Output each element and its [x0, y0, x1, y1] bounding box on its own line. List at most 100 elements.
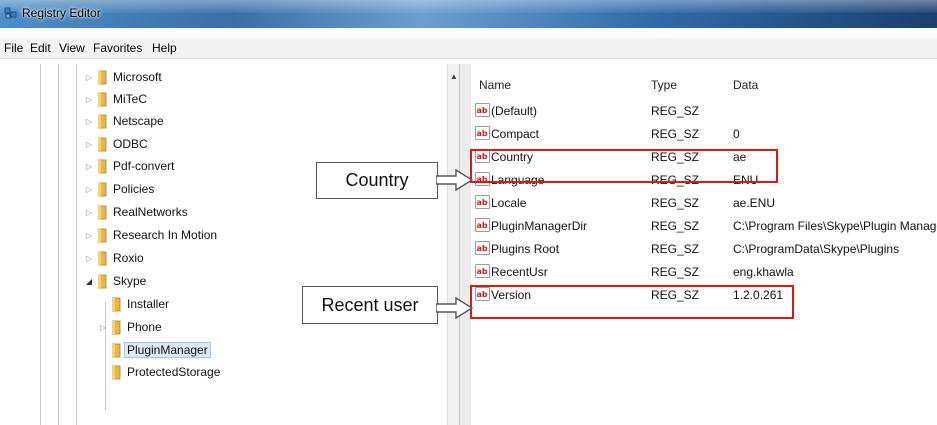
value-type: REG_SZ: [651, 219, 700, 233]
value-type: REG_SZ: [651, 196, 700, 210]
folder-icon: [112, 343, 121, 358]
svg-text:ab: ab: [477, 267, 488, 276]
folder-icon: [98, 92, 107, 107]
menu-favorites[interactable]: Favorites: [93, 41, 142, 55]
recentusr-highlight-box: [470, 285, 794, 319]
tree-item-label: PluginManager: [124, 342, 211, 358]
value-row-plugins-root[interactable]: ab Plugins Root REG_SZ C:\ProgramData\Sk…: [471, 239, 937, 261]
callout-country: Country: [316, 162, 438, 199]
folder-icon: [112, 365, 121, 380]
tree-item-label: ProtectedStorage: [127, 365, 221, 379]
folder-icon: [98, 205, 107, 220]
values-list[interactable]: Name Type Data ab (Default) REG_SZ ab Co…: [471, 64, 937, 425]
tree-item-netscape[interactable]: ▷ Netscape: [84, 110, 164, 132]
registry-tree[interactable]: ▷ Microsoft ▷ MiTeC ▷ Netscape ▷ ODBC ▷ …: [0, 64, 460, 425]
folder-icon: [98, 251, 107, 266]
value-row-locale[interactable]: ab Locale REG_SZ ae.ENU: [471, 193, 937, 215]
expand-arrow-icon[interactable]: ▷: [84, 140, 94, 149]
registry-editor-icon: [4, 7, 17, 19]
folder-icon: [112, 297, 121, 312]
svg-text:ab: ab: [477, 129, 488, 138]
menu-view[interactable]: View: [59, 41, 85, 55]
folder-open-icon: [98, 274, 107, 289]
tree-item-installer[interactable]: Installer: [112, 293, 169, 315]
svg-text:ab: ab: [477, 106, 488, 115]
svg-text:ab: ab: [477, 198, 488, 207]
value-row-default[interactable]: ab (Default) REG_SZ: [471, 101, 937, 123]
scroll-up-arrow-icon[interactable]: ▲: [450, 72, 458, 81]
expand-arrow-icon[interactable]: ▷: [98, 323, 108, 332]
tree-item-pdf-convert[interactable]: ▷ Pdf-convert: [84, 155, 174, 177]
string-value-icon: ab: [475, 103, 490, 117]
expand-arrow-icon[interactable]: ▷: [84, 95, 94, 104]
tree-item-label: Installer: [127, 297, 170, 311]
expand-arrow-icon[interactable]: ▷: [84, 208, 94, 217]
expand-arrow-icon[interactable]: ▷: [84, 185, 94, 194]
tree-item-pluginmanager[interactable]: PluginManager: [112, 339, 211, 361]
svg-text:ab: ab: [477, 244, 488, 253]
string-value-icon: ab: [475, 241, 490, 255]
value-row-compact[interactable]: ab Compact REG_SZ 0: [471, 124, 937, 146]
menu-edit[interactable]: Edit: [30, 41, 51, 55]
tree-item-label: Skype: [113, 274, 147, 288]
menu-help[interactable]: Help: [152, 41, 177, 55]
expand-arrow-icon[interactable]: ▷: [84, 73, 94, 82]
tree-item-label: Phone: [127, 320, 162, 334]
expand-arrow-icon[interactable]: ▷: [84, 117, 94, 126]
tree-item-phone[interactable]: ▷ Phone: [98, 316, 162, 338]
tree-guide-line: [58, 64, 59, 425]
value-name: Compact: [491, 127, 540, 141]
title-bar-gloss: [0, 0, 937, 13]
expand-arrow-icon[interactable]: ▷: [84, 231, 94, 240]
tree-item-policies[interactable]: ▷ Policies: [84, 178, 154, 200]
value-data: C:\Program Files\Skype\Plugin Manager\: [733, 219, 937, 233]
tree-item-research-in-motion[interactable]: ▷ Research In Motion: [84, 224, 217, 246]
tree-item-protectedstorage[interactable]: ProtectedStorage: [112, 361, 220, 383]
window-title: Registry Editor: [22, 6, 101, 20]
value-data: C:\ProgramData\Skype\Plugins: [733, 242, 900, 256]
folder-icon: [98, 182, 107, 197]
string-value-icon: ab: [475, 126, 490, 140]
tree-item-odbc[interactable]: ▷ ODBC: [84, 133, 148, 155]
value-type: REG_SZ: [651, 104, 700, 118]
expand-arrow-icon[interactable]: ▷: [84, 254, 94, 263]
tree-item-microsoft[interactable]: ▷ Microsoft: [84, 66, 162, 88]
callout-arrow-country: [436, 168, 474, 192]
tree-item-label: Research In Motion: [113, 228, 218, 242]
string-value-icon: ab: [475, 218, 490, 232]
folder-icon: [98, 159, 107, 174]
folder-icon: [98, 228, 107, 243]
title-bar: Registry Editor: [0, 0, 937, 28]
svg-text:ab: ab: [477, 221, 488, 230]
value-row-pluginmanagerdir[interactable]: ab PluginManagerDir REG_SZ C:\Program Fi…: [471, 216, 937, 238]
tree-item-label: Roxio: [113, 251, 144, 265]
tree-item-label: Pdf-convert: [113, 159, 175, 173]
tree-item-label: Netscape: [113, 114, 164, 128]
column-header-name[interactable]: Name: [479, 78, 511, 92]
column-header-type[interactable]: Type: [651, 78, 677, 92]
value-name: RecentUsr: [491, 265, 548, 279]
folder-icon: [98, 114, 107, 129]
value-data: ae.ENU: [733, 196, 776, 210]
value-row-recentusr[interactable]: ab RecentUsr REG_SZ eng.khawla: [471, 262, 937, 284]
menu-file[interactable]: File: [4, 41, 23, 55]
tree-item-label: Policies: [113, 182, 155, 196]
value-name: PluginManagerDir: [491, 219, 588, 233]
value-type: REG_SZ: [651, 127, 700, 141]
country-highlight-box: [470, 149, 778, 183]
value-data: 0: [733, 127, 740, 141]
tree-item-label: Microsoft: [113, 70, 162, 84]
value-name: Locale: [491, 196, 527, 210]
tree-item-roxio[interactable]: ▷ Roxio: [84, 247, 144, 269]
tree-item-realnetworks[interactable]: ▷ RealNetworks: [84, 201, 188, 223]
collapse-arrow-icon[interactable]: ◢: [84, 277, 94, 286]
expand-arrow-icon[interactable]: ▷: [84, 162, 94, 171]
tree-item-label: ODBC: [113, 137, 148, 151]
value-name: Plugins Root: [491, 242, 560, 256]
string-value-icon: ab: [475, 195, 490, 209]
tree-item-skype[interactable]: ◢ Skype: [84, 270, 146, 292]
tree-guide-line: [76, 64, 77, 425]
value-type: REG_SZ: [651, 265, 700, 279]
column-header-data[interactable]: Data: [733, 78, 758, 92]
tree-item-mitec[interactable]: ▷ MiTeC: [84, 88, 147, 110]
